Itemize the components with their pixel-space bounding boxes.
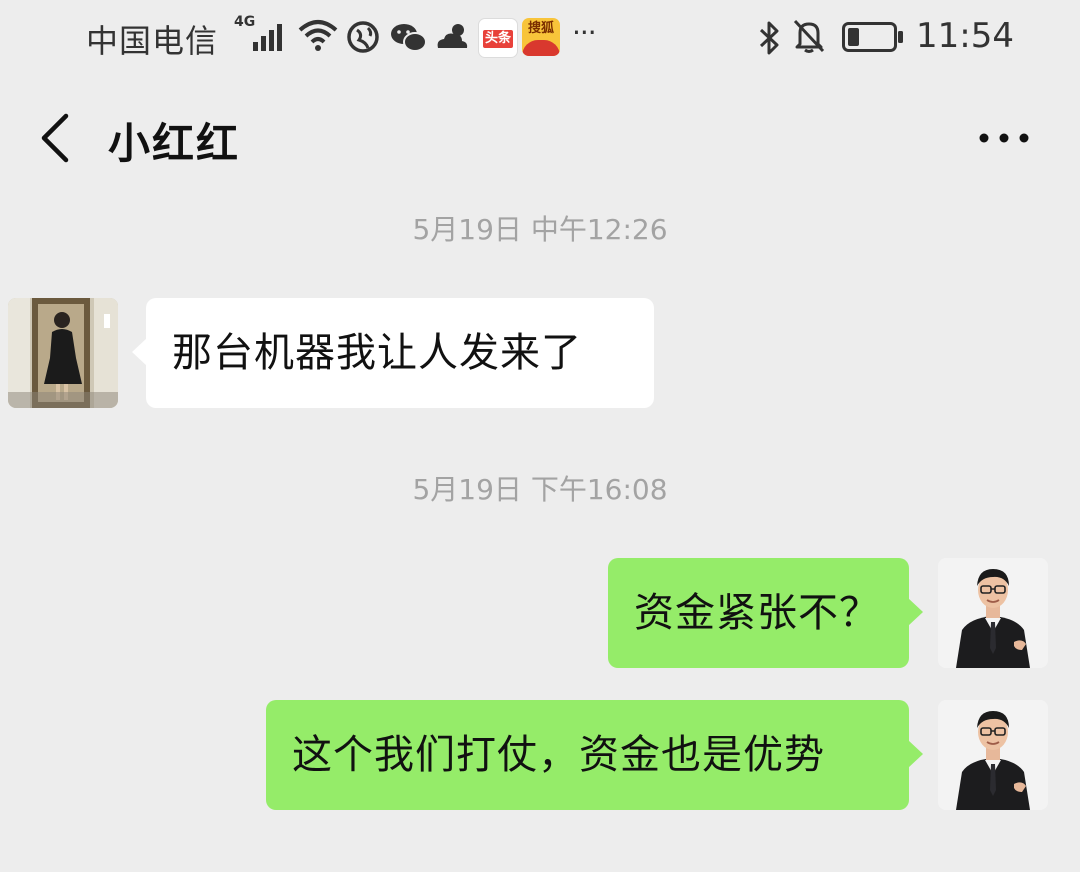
more-dots-icon[interactable]	[974, 120, 1034, 156]
chat-title: 小红红	[108, 119, 241, 168]
user-avatar[interactable]	[938, 558, 1048, 668]
more-notifications-icon: ···	[572, 16, 597, 49]
battery-icon	[842, 22, 903, 52]
carrier-label: 中国电信	[86, 22, 219, 60]
contact-avatar[interactable]	[8, 298, 118, 408]
man-suit-avatar	[938, 558, 1048, 668]
bluetooth-icon	[759, 21, 779, 55]
clock: 11:54	[916, 16, 1014, 56]
received-message-bubble[interactable]: 那台机器我让人发来了	[132, 298, 654, 408]
sent-message-bubble[interactable]: 资金紧张不？	[608, 558, 923, 668]
status-bar: 中国电信 4G 头条 搜狐 ··· 11:54	[0, 0, 1080, 76]
toutiao-label: 头条	[482, 30, 513, 48]
message-timestamp: 5月19日 中午12:26	[412, 213, 668, 246]
sent-message-bubble[interactable]: 这个我们打仗，资金也是优势	[266, 700, 923, 810]
message-timestamp: 5月19日 下午16:08	[412, 473, 668, 506]
man-suit-avatar	[938, 700, 1048, 810]
user-avatar[interactable]	[938, 700, 1048, 810]
chevron-left-icon[interactable]	[36, 112, 76, 164]
sohu-label: 搜狐	[527, 21, 554, 36]
sohu-app-icon: 搜狐	[522, 18, 560, 56]
toutiao-app-icon: 头条	[478, 18, 518, 58]
woman-photo-avatar	[8, 298, 118, 408]
wifi-icon	[298, 20, 338, 51]
signal-icon	[253, 24, 282, 51]
vpn-icon	[347, 21, 379, 53]
mute-icon	[793, 19, 825, 53]
chat-header: 小红红	[0, 90, 1080, 186]
weather-icon	[437, 24, 468, 48]
wechat-icon	[391, 24, 427, 52]
